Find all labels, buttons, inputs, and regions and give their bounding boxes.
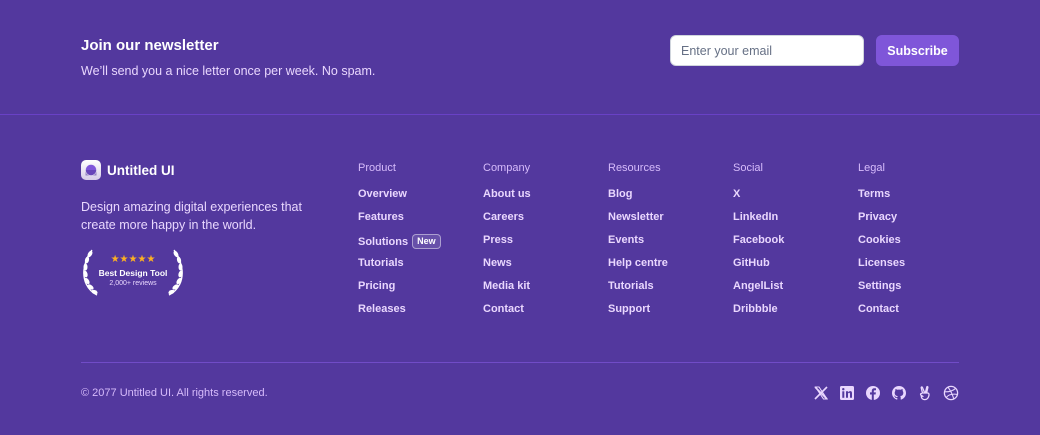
link-features[interactable]: Features [358, 211, 483, 234]
angellist-icon[interactable] [917, 385, 933, 401]
column-heading: Resources [608, 162, 661, 174]
link-facebook[interactable]: Facebook [733, 234, 858, 257]
newsletter-subtitle: We’ll send you a nice letter once per we… [81, 64, 376, 78]
link-contact[interactable]: Contact [483, 303, 608, 326]
link-tutorials[interactable]: Tutorials [358, 257, 483, 280]
link-linkedin[interactable]: LinkedIn [733, 211, 858, 234]
facebook-icon[interactable] [865, 385, 881, 401]
brand-logo[interactable]: Untitled UI [81, 160, 175, 180]
newsletter-form: Subscribe [670, 35, 959, 66]
link-dribbble[interactable]: Dribbble [733, 303, 858, 326]
column-product: Product Overview Features Solutions New T… [358, 162, 483, 326]
newsletter-title: Join our newsletter [81, 37, 219, 54]
link-github[interactable]: GitHub [733, 257, 858, 280]
column-heading: Company [483, 162, 531, 174]
dribbble-icon[interactable] [943, 385, 959, 401]
column-company: Company About us Careers Press News Medi… [483, 162, 608, 326]
brand-tagline: Design amazing digital experiences that … [81, 200, 302, 232]
email-input[interactable] [670, 35, 864, 66]
link-pricing[interactable]: Pricing [358, 280, 483, 303]
link-overview[interactable]: Overview [358, 188, 483, 211]
column-resources: Resources Blog Newsletter Events Help ce… [608, 162, 733, 326]
link-news[interactable]: News [483, 257, 608, 280]
link-newsletter[interactable]: Newsletter [608, 211, 733, 234]
laurel-right-icon [168, 249, 183, 296]
link-tutorials[interactable]: Tutorials [608, 280, 733, 303]
link-angellist[interactable]: AngelList [733, 280, 858, 303]
link-solutions[interactable]: Solutions New [358, 234, 483, 257]
link-media-kit[interactable]: Media kit [483, 280, 608, 303]
column-legal: Legal Terms Privacy Cookies Licenses Set… [858, 162, 983, 326]
column-heading: Product [358, 162, 396, 174]
link-careers[interactable]: Careers [483, 211, 608, 234]
link-blog[interactable]: Blog [608, 188, 733, 211]
x-icon[interactable] [813, 385, 829, 401]
linkedin-icon[interactable] [839, 385, 855, 401]
link-privacy[interactable]: Privacy [858, 211, 983, 234]
link-terms[interactable]: Terms [858, 188, 983, 211]
link-solutions-label: Solutions [358, 236, 409, 248]
logo-mark-icon [81, 160, 101, 180]
copyright-text: © 2077 Untitled UI. All rights reserved. [81, 387, 268, 399]
column-heading: Social [733, 162, 763, 174]
link-licenses[interactable]: Licenses [858, 257, 983, 280]
column-social: Social X LinkedIn Facebook GitHub AngelL… [733, 162, 858, 326]
link-help-centre[interactable]: Help centre [608, 257, 733, 280]
newsletter-section: Join our newsletter We’ll send you a nic… [81, 0, 959, 114]
award-badge: ★★★★★ Best Design Tool 2,000+ reviews [81, 248, 185, 298]
link-press[interactable]: Press [483, 234, 608, 257]
social-icons [813, 385, 959, 401]
link-events[interactable]: Events [608, 234, 733, 257]
link-releases[interactable]: Releases [358, 303, 483, 326]
link-cookies[interactable]: Cookies [858, 234, 983, 257]
brand-name: Untitled UI [107, 162, 175, 178]
new-badge: New [412, 234, 441, 249]
column-heading: Legal [858, 162, 885, 174]
subscribe-button[interactable]: Subscribe [876, 35, 959, 66]
footer-link-columns: Product Overview Features Solutions New T… [358, 162, 983, 326]
link-contact[interactable]: Contact [858, 303, 983, 326]
footer-divider [81, 362, 959, 363]
link-settings[interactable]: Settings [858, 280, 983, 303]
github-icon[interactable] [891, 385, 907, 401]
link-support[interactable]: Support [608, 303, 733, 326]
link-about-us[interactable]: About us [483, 188, 608, 211]
section-divider [0, 114, 1040, 115]
link-x[interactable]: X [733, 188, 858, 211]
